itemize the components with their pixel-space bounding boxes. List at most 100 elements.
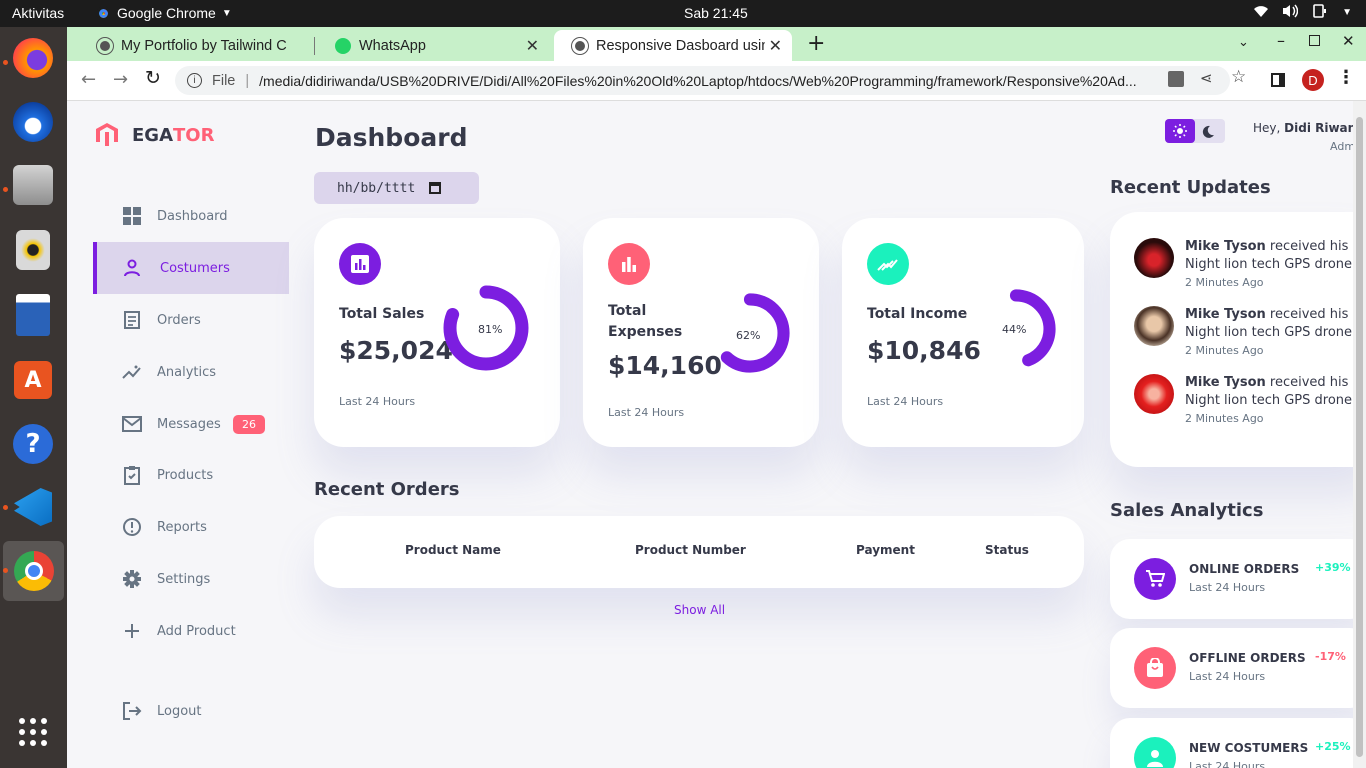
translate-icon[interactable] [1168,71,1184,87]
brand-logo[interactable]: EGA TOR [94,122,214,148]
scrollbar-thumb[interactable] [1356,117,1363,757]
sidebar-item-analytics[interactable]: Analytics [93,346,289,398]
card-footer: Last 24 Hours [867,395,944,408]
rhythmbox-launcher[interactable] [10,227,56,273]
column-header: Product Number [635,543,746,557]
menu-kebab-icon[interactable]: ⋮ [1337,67,1355,88]
analytics-new-costumers[interactable]: NEW COSTUMERS Last 24 Hours +25% [1110,718,1353,768]
show-applications-button[interactable] [10,709,56,755]
firefox-icon [13,38,53,78]
sidebar-item-dashboard[interactable]: Dashboard [93,190,289,242]
sidebar-item-costumers[interactable]: Costumers [93,242,289,294]
sidebar-item-label: Add Product [157,623,236,639]
url-divider: | [245,72,250,89]
bar-chart-icon [608,243,650,285]
url-text: /media/didiriwanda/USB%20DRIVE/Didi/All%… [259,72,1137,89]
recent-orders-title: Recent Orders [314,479,460,500]
progress-percent: 62% [736,329,761,342]
sidebar-item-label: Dashboard [157,208,228,224]
power-icon [1312,4,1328,21]
progress-percent: 44% [1002,323,1027,336]
profile-avatar[interactable]: D [1302,69,1324,91]
update-time: 2 Minutes Ago [1185,344,1264,357]
files-launcher[interactable] [10,162,56,208]
sidebar-item-label: Logout [157,703,202,719]
close-tab-icon[interactable]: ✕ [764,36,782,56]
close-window-button[interactable]: ✕ [1342,32,1355,50]
software-launcher[interactable]: A [10,357,56,403]
sidebar-item-messages[interactable]: Messages 26 [93,398,289,450]
thunderbird-launcher[interactable] [10,99,56,145]
sidebar-item-products[interactable]: Products [93,449,289,501]
new-tab-button[interactable]: + [807,31,825,56]
running-indicator [3,187,8,192]
running-indicator [3,505,8,510]
tab-whatsapp[interactable]: WhatsApp ✕ [317,30,549,61]
help-launcher[interactable]: ? [10,421,56,467]
card-total-income: Total Income $10,846 44% Last 24 Hours [842,218,1084,447]
maximize-button[interactable] [1309,35,1320,46]
grid-icon [122,206,142,226]
caret-down-icon: ▼ [221,7,232,19]
analytics-online-orders[interactable]: ONLINE ORDERS Last 24 Hours +39% [1110,539,1353,619]
page-scrollbar[interactable] [1353,101,1366,768]
analytics-offline-orders[interactable]: OFFLINE ORDERS Last 24 Hours -17% [1110,628,1353,708]
calendar-icon[interactable] [429,182,442,194]
sales-analytics-title: Sales Analytics [1110,500,1264,521]
card-title: Total Income [867,306,968,322]
clock[interactable]: Sab 21:45 [684,5,748,21]
bookmark-star-icon[interactable]: ☆ [1231,67,1246,87]
globe-icon [97,37,113,54]
date-input[interactable]: hh/bb/tttt [314,172,479,204]
sidebar-item-orders[interactable]: Orders [93,294,289,346]
help-icon: ? [13,424,53,464]
column-header: Product Name [405,543,501,557]
address-bar[interactable]: i File | /media/didiriwanda/USB%20DRIVE/… [175,66,1230,95]
user-role: Admin [1330,140,1353,153]
url-scheme: File [212,72,236,89]
avatar [1134,374,1174,414]
insights-icon [122,362,142,382]
date-input-value: hh/bb/tttt [337,180,416,196]
theme-toggler[interactable] [1165,119,1225,143]
show-all-link[interactable]: Show All [674,603,725,617]
column-header: Status [985,543,1029,557]
sun-icon[interactable] [1165,119,1195,143]
minimize-button[interactable]: – [1277,31,1285,50]
app-menu[interactable]: Google Chrome ▼ [96,5,232,21]
brand-text-dark: EGA [132,124,174,146]
tab-search-icon[interactable]: ⌄ [1238,35,1249,50]
tab-dashboard[interactable]: Responsive Dasboard usin ✕ [554,30,792,61]
firefox-launcher[interactable] [10,35,56,81]
moon-icon[interactable] [1201,124,1215,143]
sidebar-item-reports[interactable]: Reports [93,501,289,553]
chrome-icon [13,551,54,591]
tab-portfolio[interactable]: My Portfolio by Tailwind C [79,30,314,61]
system-top-bar: Aktivitas Google Chrome ▼ Sab 21:45 ▼ [0,0,1366,27]
chrome-launcher[interactable] [3,541,64,601]
close-tab-icon[interactable]: ✕ [526,36,539,56]
back-icon[interactable]: ← [81,69,96,90]
share-icon[interactable]: ⋖ [1200,69,1213,87]
analytics-change: +39% [1315,561,1351,574]
side-panel-icon[interactable] [1271,73,1285,87]
forward-icon[interactable]: → [113,69,128,90]
page-title: Dashboard [315,123,468,152]
sidebar-item-logout[interactable]: Logout [93,685,289,737]
card-total-expenses: Total Expenses $14,160 62% Last 24 Hours [583,218,819,447]
user-greeting: Hey, Didi Riwanda [1253,121,1353,135]
tab-divider [314,37,315,55]
reload-icon[interactable]: ↻ [145,67,161,89]
writer-launcher[interactable] [10,292,56,338]
activities-button[interactable]: Aktivitas [12,5,64,21]
whatsapp-icon [335,37,351,54]
vscode-launcher[interactable] [10,484,56,530]
system-tray[interactable]: ▼ [1254,4,1352,21]
analytics-change: +25% [1315,740,1351,753]
card-total-sales: Total Sales $25,024 81% Last 24 Hours [314,218,560,447]
sidebar-item-settings[interactable]: Settings [93,553,289,605]
sidebar-item-add-product[interactable]: Add Product [93,605,289,657]
bar-chart-icon [339,243,381,285]
update-item: Mike Tyson received his order of Night l… [1185,374,1353,428]
update-name: Mike Tyson [1185,375,1266,390]
